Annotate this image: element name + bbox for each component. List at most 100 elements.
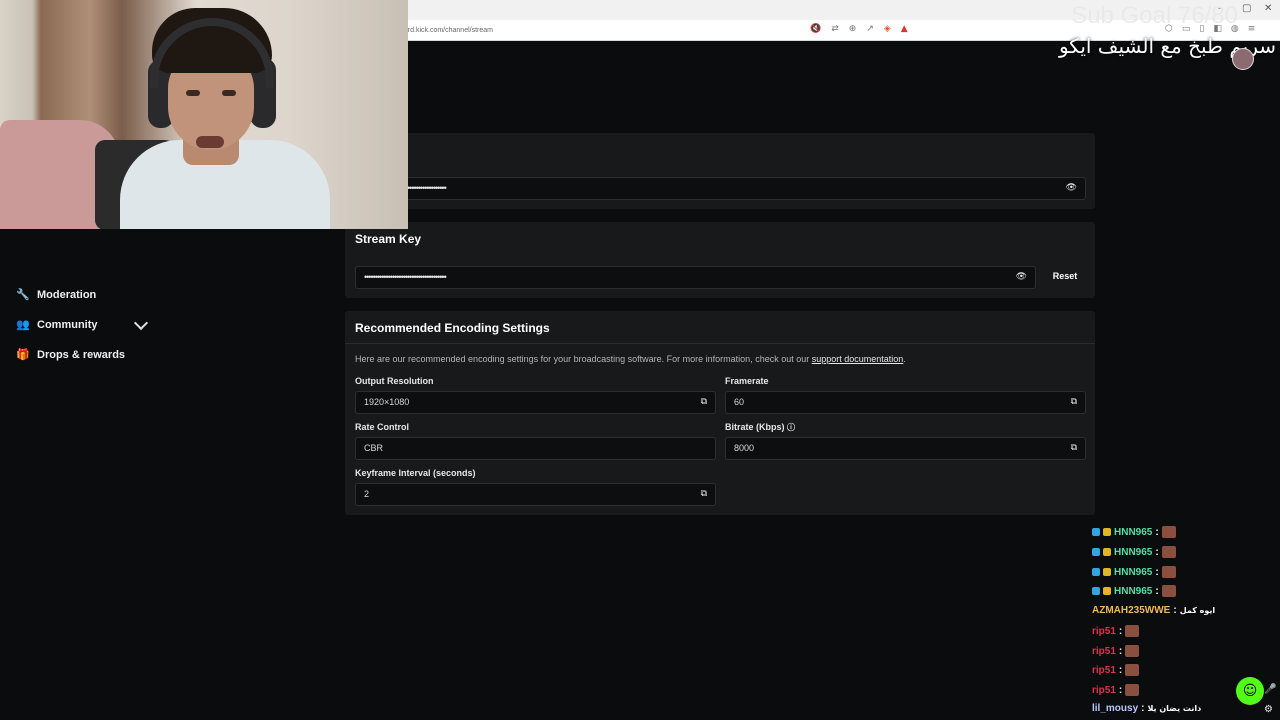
gem-badge-icon [1092, 548, 1100, 556]
sidebar-item-community[interactable]: 👥 Community [16, 318, 98, 331]
support-chat-icon[interactable]: ☺ [1236, 677, 1264, 705]
emote-icon [1161, 546, 1176, 558]
mute-icon[interactable]: 🔇 [810, 24, 821, 34]
zoom-icon[interactable]: ⊕ [849, 24, 857, 34]
chat-username[interactable]: HNN965 [1114, 527, 1152, 538]
copy-icon[interactable]: ⧉ [701, 489, 707, 499]
keyframe-interval-label: Keyframe Interval (seconds) [355, 468, 476, 478]
sidebar-item-drops-rewards[interactable]: 🎁 Drops & rewards [16, 348, 125, 361]
crown-badge-icon [1103, 568, 1111, 576]
chat-colon: : [1118, 664, 1123, 676]
warning-icon[interactable]: ▲ [901, 24, 908, 34]
divider [345, 343, 1095, 344]
menu-icon[interactable]: ≡ [1248, 24, 1256, 34]
chat-username[interactable]: rip51 [1092, 685, 1116, 696]
chat-username[interactable]: AZMAH235WWE [1092, 605, 1170, 616]
chat-colon: : [1173, 605, 1177, 616]
chat-message: rip51: [1092, 684, 1140, 696]
emote-icon [1161, 566, 1176, 578]
rate-control-label: Rate Control [355, 422, 409, 432]
close-window-button[interactable]: ✕ [1264, 3, 1272, 14]
copy-icon[interactable]: ⧉ [1071, 443, 1077, 453]
chat-colon: : [1155, 566, 1159, 578]
stream-key-masked: •••••••••••••••••••••••••••••••••••••• [364, 272, 447, 282]
gear-icon[interactable]: ⚙ [1264, 704, 1273, 715]
emote-icon [1125, 684, 1140, 696]
chat-message: rip51: [1092, 645, 1140, 657]
shield-icon[interactable]: ◈ [884, 24, 891, 34]
bitrate-label-text: Bitrate (Kbps) [725, 422, 785, 432]
chat-username[interactable]: rip51 [1092, 626, 1116, 637]
webcam-mouth [196, 136, 224, 148]
translate-icon[interactable]: ⇄ [831, 24, 839, 34]
chat-text: ايوه كمل [1179, 606, 1216, 615]
emote-icon [1125, 645, 1140, 657]
chat-username[interactable]: lil_mousy [1092, 703, 1138, 714]
microphone-icon[interactable]: 🎤 [1264, 684, 1276, 695]
chat-colon: : [1118, 684, 1123, 696]
description-text: Here are our recommended encoding settin… [355, 354, 810, 364]
framerate-label: Framerate [725, 376, 769, 386]
crown-badge-icon [1103, 528, 1111, 536]
chat-username[interactable]: rip51 [1092, 665, 1116, 676]
emote-icon [1161, 585, 1176, 597]
chat-message: rip51: [1092, 625, 1140, 637]
chat-username[interactable]: rip51 [1092, 646, 1116, 657]
address-bar-icons: 🔇 ⇄ ⊕ ↗ ◈ ▲ [810, 24, 908, 34]
rate-control-value: CBR [364, 443, 384, 453]
crown-badge-icon [1103, 587, 1111, 595]
webcam-eye [222, 90, 236, 96]
stream-key-field[interactable]: •••••••••••••••••••••••••••••••••••••• 👁 [355, 266, 1036, 289]
framerate-field[interactable]: 60 ⧉ [725, 391, 1086, 414]
chat-username[interactable]: HNN965 [1114, 547, 1152, 558]
eye-icon[interactable]: 👁 [1066, 183, 1077, 193]
bitrate-field[interactable]: 8000 ⧉ [725, 437, 1086, 460]
gem-badge-icon [1092, 587, 1100, 595]
reset-key-button[interactable]: Reset [1045, 266, 1085, 287]
webcam-eye [186, 90, 200, 96]
rate-control-field[interactable]: CBR [355, 437, 716, 460]
stream-url-field[interactable]: •••••••••••••••••••••••••••••••••••••• 👁 [355, 177, 1086, 200]
copy-icon[interactable]: ⧉ [1071, 397, 1077, 407]
bitrate-value: 8000 [734, 443, 755, 453]
support-documentation-link[interactable]: support documentation [812, 354, 904, 364]
sidebar-item-moderation[interactable]: 🔧 Moderation [16, 288, 96, 301]
info-icon[interactable]: ⓘ [787, 423, 795, 432]
chat-message: HNN965: [1092, 566, 1176, 578]
share-icon[interactable]: ↗ [866, 24, 874, 34]
framerate-value: 60 [734, 397, 745, 407]
users-icon: 👥 [16, 318, 30, 331]
sidebar-item-label: Community [37, 318, 98, 331]
emote-icon [1125, 664, 1140, 676]
wrench-icon: 🔧 [16, 288, 30, 301]
chat-colon: : [1141, 703, 1145, 714]
chat-colon: : [1155, 546, 1159, 558]
description-period: . [903, 354, 906, 364]
emote-icon [1125, 625, 1140, 637]
output-resolution-label: Output Resolution [355, 376, 434, 386]
encoding-title: Recommended Encoding Settings [355, 321, 550, 335]
chat-text: دانت يضان يلا [1147, 704, 1202, 713]
chat-colon: : [1118, 645, 1123, 657]
chat-message: lil_mousy: دانت يضان يلا [1092, 703, 1201, 714]
eye-icon[interactable]: 👁 [1016, 272, 1027, 282]
maximize-button[interactable]: ▢ [1242, 3, 1251, 14]
chat-message: HNN965: [1092, 546, 1176, 558]
chat-message: rip51: [1092, 664, 1140, 676]
chat-username[interactable]: HNN965 [1114, 567, 1152, 578]
copy-icon[interactable]: ⧉ [701, 397, 707, 407]
encoding-description: Here are our recommended encoding settin… [355, 354, 906, 364]
sidebar-item-label: Drops & rewards [37, 348, 126, 361]
chat-username[interactable]: HNN965 [1114, 586, 1152, 597]
output-resolution-value: 1920×1080 [364, 397, 410, 407]
gem-badge-icon [1092, 568, 1100, 576]
chat-colon: : [1118, 625, 1123, 637]
gem-badge-icon [1092, 528, 1100, 536]
crown-badge-icon [1103, 548, 1111, 556]
keyframe-interval-value: 2 [364, 489, 370, 499]
sub-goal-overlay: Sub Goal 76/80 [1071, 2, 1238, 29]
avatar[interactable] [1232, 48, 1254, 70]
output-resolution-field[interactable]: 1920×1080 ⧉ [355, 391, 716, 414]
keyframe-interval-field[interactable]: 2 ⧉ [355, 483, 716, 506]
gift-icon: 🎁 [16, 348, 30, 361]
